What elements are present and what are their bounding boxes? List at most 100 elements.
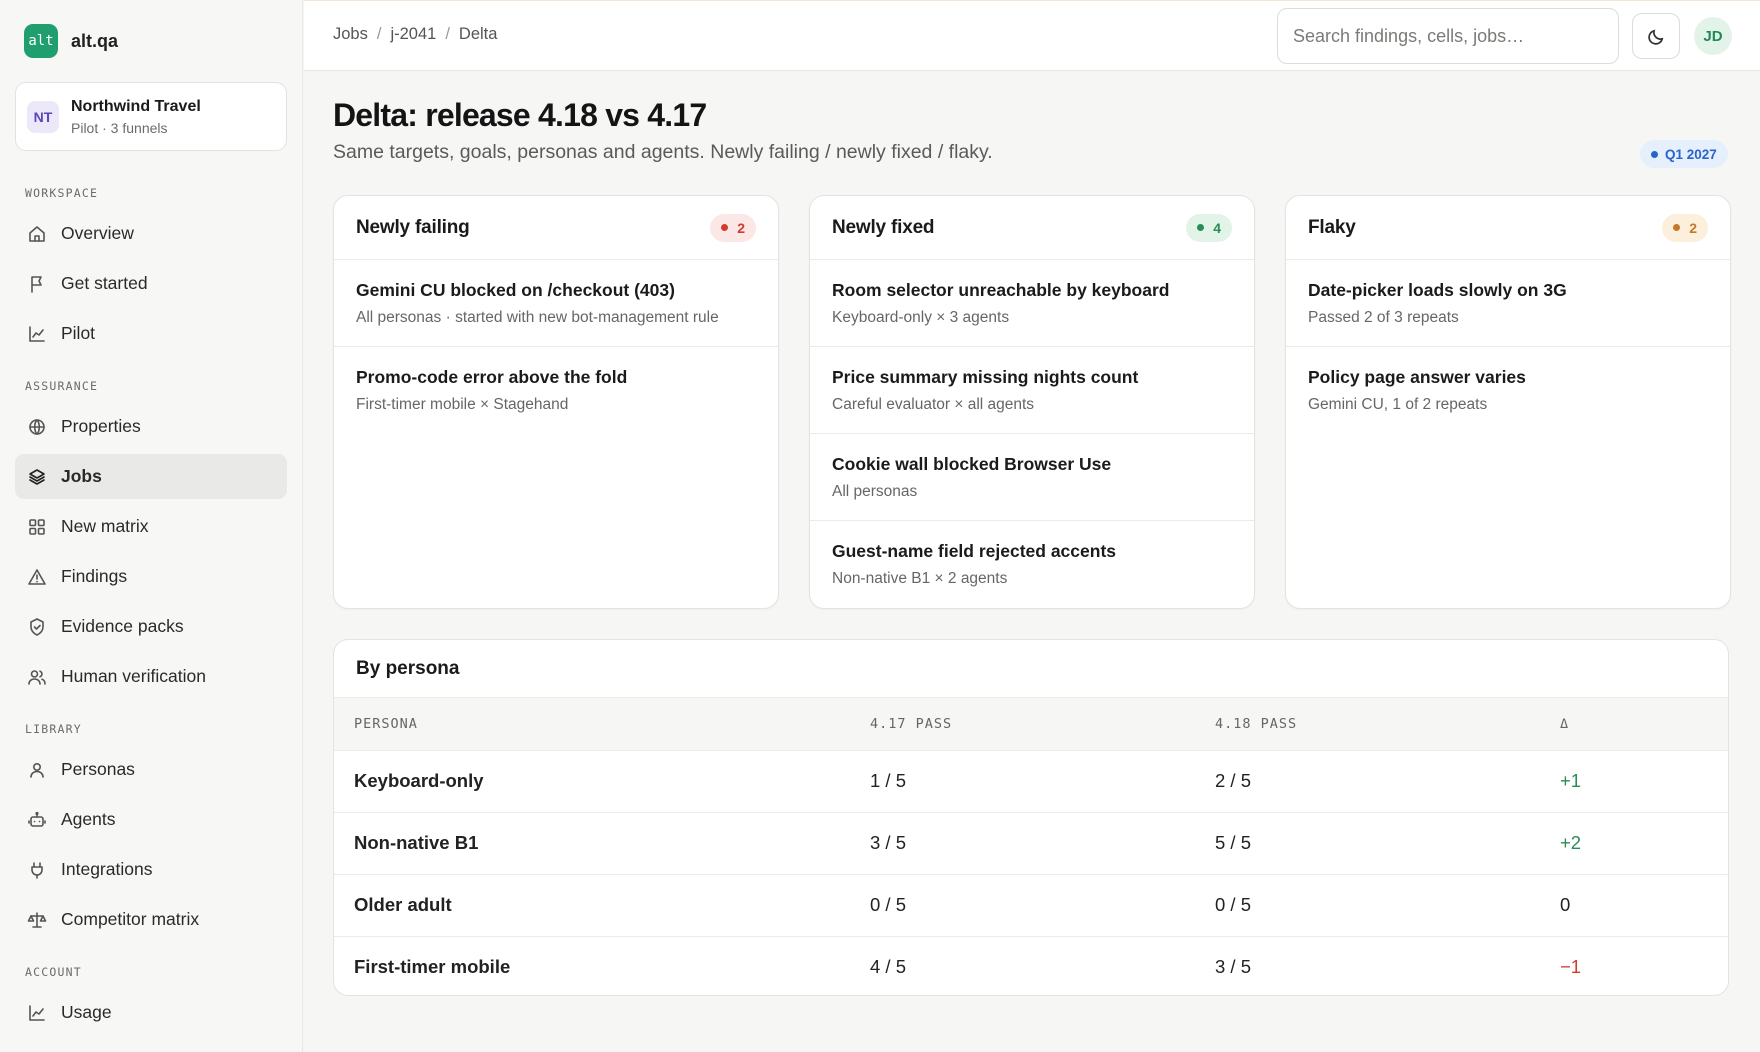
persona-cell: Non-native B1 [334,812,870,875]
sidebar-item-label: Pilot [61,323,96,343]
curr-pass-cell: 5 / 5 [1215,812,1560,875]
column-header-persona[interactable]: PERSONA [334,698,870,751]
sidebar-item-agents[interactable]: Agents [15,797,287,842]
breadcrumb-separator: / [445,25,450,43]
table-row[interactable]: Non-native B1 3 / 5 5 / 5 +2 [334,812,1728,875]
item-title: Gemini CU blocked on /checkout (403) [356,280,675,300]
sidebar-item-human-verification[interactable]: Human verification [15,654,287,699]
item-title: Date-picker loads slowly on 3G [1308,280,1567,300]
period-badge: Q1 2027 [1640,140,1728,168]
search-placeholder: Search findings, cells, jobs… [1293,25,1525,46]
sidebar-item-usage[interactable]: Usage [15,990,287,1035]
curr-pass-cell: 2 / 5 [1215,750,1560,813]
item-title: Policy page answer varies [1308,367,1526,387]
page-subtitle: Same targets, goals, personas and agents… [333,141,993,163]
persona-cell: First-timer mobile [354,956,511,978]
card-title: Newly fixed [832,216,935,238]
item-subtitle: Keyboard-only × 3 agents [832,309,1010,326]
sidebar-item-get-started[interactable]: Get started [15,261,287,306]
item-subtitle: Careful evaluator × all agents [832,396,1035,413]
breadcrumb-current: Delta [458,25,498,43]
sidebar-item-label: Get started [61,273,148,293]
sidebar-item-label: Human verification [61,666,206,686]
sidebar-item-label: Usage [61,1002,112,1022]
moon-icon [1647,29,1663,45]
delta-cell: −1 [1560,956,1582,978]
theme-toggle-button[interactable] [1632,13,1680,59]
sidebar-item-overview[interactable]: Overview [15,211,287,256]
brand[interactable]: alt alt.qa [24,24,118,58]
sidebar-item-label: Agents [61,809,116,829]
prev-pass-cell: 3 / 5 [870,812,1215,875]
card-title: By persona [334,640,1728,698]
persona-table: PERSONA 4.17 PASS 4.18 PASS Δ Keyboard-o… [334,698,1728,995]
chart-line-icon [29,1004,45,1021]
list-item[interactable]: Date-picker loads slowly on 3G Passed 2 … [1286,260,1730,347]
sidebar-item-personas[interactable]: Personas [15,747,287,792]
persona-cell: Older adult [334,874,870,937]
count-value: 4 [1213,219,1221,236]
list-item[interactable]: Promo-code error above the fold First-ti… [334,347,778,434]
sidebar-item-findings[interactable]: Findings [15,554,287,599]
user-avatar[interactable]: JD [1694,17,1732,55]
section-label-workspace: WORKSPACE [25,186,99,200]
item-subtitle: Gemini CU, 1 of 2 repeats [1308,396,1488,413]
plug-icon [31,861,43,879]
sidebar-item-jobs[interactable]: Jobs [15,454,287,499]
card-title: Newly failing [356,216,470,238]
breadcrumb-jobs[interactable]: Jobs [333,25,368,44]
column-header-prev-pass[interactable]: 4.17 PASS [870,698,1215,751]
newly-failing-card: Newly failing 2 Gemini CU blocked on /ch… [333,195,779,609]
count-badge: 4 [1186,213,1232,242]
org-name: Northwind Travel [71,97,201,115]
section-label-account: ACCOUNT [25,965,82,979]
item-subtitle: First-timer mobile × Stagehand [356,396,569,413]
sidebar-item-label: Integrations [61,859,153,879]
list-item[interactable]: Policy page answer varies Gemini CU, 1 o… [1286,347,1730,434]
item-subtitle: All personas · started with new bot-mana… [356,309,719,326]
brand-logo: alt [24,24,58,58]
status-dot [1673,224,1681,231]
column-header-delta[interactable]: Δ [1560,698,1728,751]
sidebar-item-label: Overview [61,223,134,243]
search-input[interactable]: Search findings, cells, jobs… [1277,8,1619,64]
layers-icon [29,468,45,485]
sidebar-item-label: Findings [61,566,128,586]
sidebar-item-properties[interactable]: Properties [15,404,287,449]
robot-icon [28,811,46,827]
sidebar-item-label: Jobs [61,466,102,486]
count-value: 2 [737,219,745,236]
list-item[interactable]: Room selector unreachable by keyboard Ke… [810,260,1254,347]
item-subtitle: Passed 2 of 3 repeats [1308,309,1459,326]
warning-icon [28,568,46,585]
prev-pass-cell: 1 / 5 [870,750,1215,813]
flaky-card: Flaky 2 Date-picker loads slowly on 3G P… [1285,195,1731,609]
table-row[interactable]: First-timer mobile 4 / 5 3 / 5 −1 [334,936,1728,995]
table-row[interactable]: Older adult 0 / 5 0 / 5 0 [334,874,1728,937]
chart-line-icon [29,325,45,342]
list-item[interactable]: Gemini CU blocked on /checkout (403) All… [334,260,778,347]
list-item[interactable]: Price summary missing nights count Caref… [810,347,1254,434]
delta-cell: 0 [1560,874,1728,937]
item-title: Promo-code error above the fold [356,367,628,387]
list-item[interactable]: Guest-name field rejected accents Non-na… [810,521,1254,608]
status-dot [721,224,729,231]
users-icon [28,669,46,685]
sidebar-item-pilot[interactable]: Pilot [15,311,287,356]
breadcrumb-job-id[interactable]: j-2041 [390,25,436,44]
shield-check-icon [30,617,44,636]
org-switcher[interactable]: NT Northwind Travel Pilot · 3 funnels [15,82,287,151]
page-title: Delta: release 4.18 vs 4.17 [333,97,707,133]
curr-pass-cell: 3 / 5 [1215,956,1251,978]
sidebar-item-new-matrix[interactable]: New matrix [15,504,287,549]
sidebar-item-evidence-packs[interactable]: Evidence packs [15,604,287,649]
grid-icon [29,518,45,535]
scale-icon [27,911,47,928]
curr-pass-cell: 0 / 5 [1215,874,1560,937]
sidebar-item-integrations[interactable]: Integrations [15,847,287,892]
item-subtitle: Non-native B1 × 2 agents [832,570,1008,587]
list-item[interactable]: Cookie wall blocked Browser Use All pers… [810,434,1254,521]
table-row[interactable]: Keyboard-only 1 / 5 2 / 5 +1 [334,750,1728,813]
sidebar-item-competitor-matrix[interactable]: Competitor matrix [15,897,287,942]
column-header-curr-pass[interactable]: 4.18 PASS [1215,698,1560,751]
